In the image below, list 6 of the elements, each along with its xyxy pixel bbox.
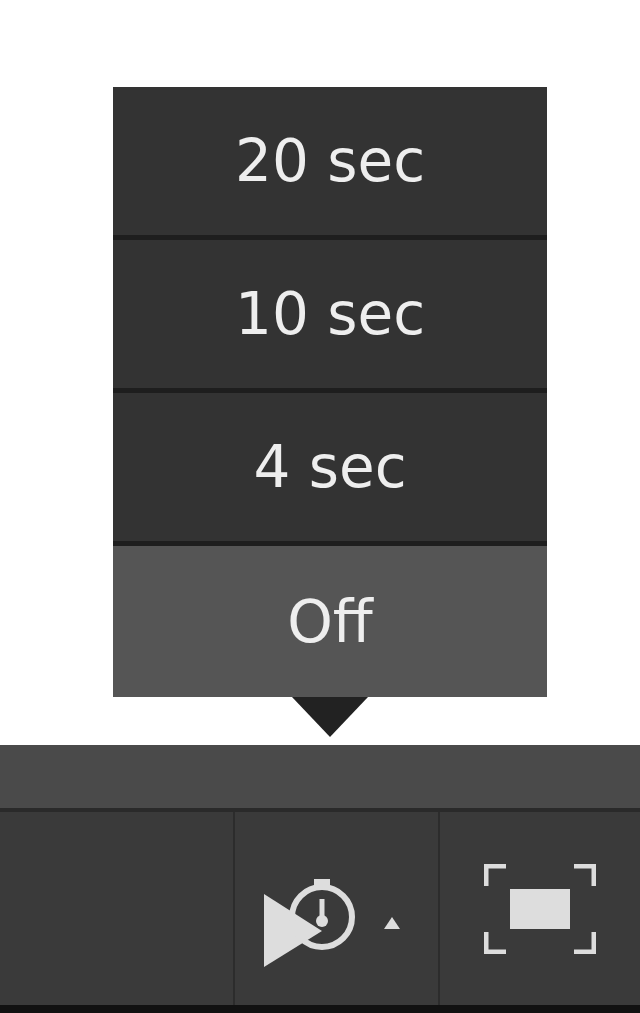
menu-item[interactable]: 10 sec: [113, 240, 547, 388]
menu-item[interactable]: 4 sec: [113, 393, 547, 541]
menu-item[interactable]: 20 sec: [113, 87, 547, 235]
fullscreen-icon: [484, 863, 596, 954]
menu-item[interactable]: Off: [113, 546, 547, 697]
menu-pointer-icon: [292, 697, 368, 737]
